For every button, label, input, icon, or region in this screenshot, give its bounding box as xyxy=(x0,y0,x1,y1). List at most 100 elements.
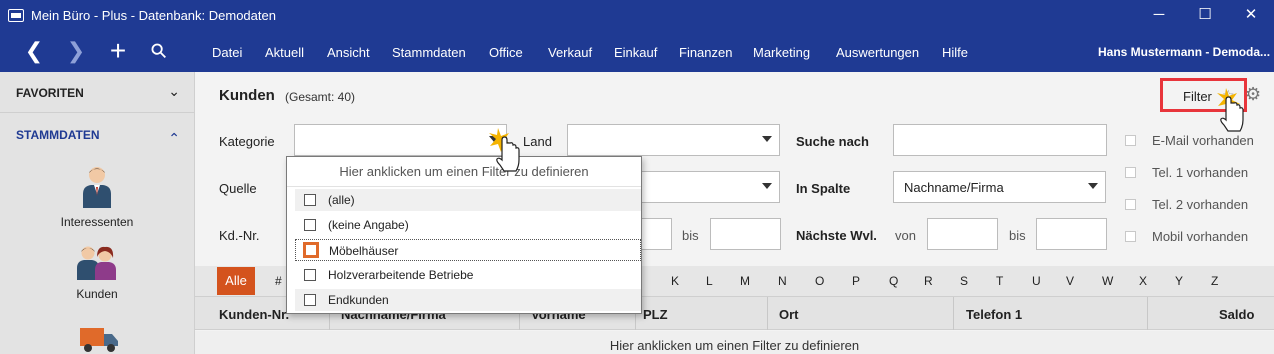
wvl-to-input[interactable] xyxy=(1036,218,1107,250)
kdnr-bis-label: bis xyxy=(682,228,699,243)
menu-ansicht[interactable]: Ansicht xyxy=(327,45,370,60)
search-input[interactable] xyxy=(893,124,1107,156)
close-button[interactable]: ✕ xyxy=(1228,0,1274,32)
menu-office[interactable]: Office xyxy=(489,45,523,60)
wvl-from-input[interactable] xyxy=(927,218,998,250)
gear-icon[interactable]: ⚙ xyxy=(1245,84,1261,105)
menu-finanzen[interactable]: Finanzen xyxy=(679,45,732,60)
alphabet-letter[interactable]: M xyxy=(740,274,750,288)
truck-icon[interactable] xyxy=(78,324,120,354)
sidebar-item-interessenten[interactable]: Interessenten xyxy=(0,164,194,229)
hand-cursor-icon xyxy=(489,128,520,172)
alphabet-letter[interactable]: L xyxy=(706,274,713,288)
column-header-kundennr[interactable]: Kunden-Nr. xyxy=(219,307,289,322)
column-header-ort[interactable]: Ort xyxy=(779,307,799,322)
minimize-button[interactable]: ─ xyxy=(1136,0,1182,32)
alphabet-letter[interactable]: Z xyxy=(1211,274,1218,288)
alphabet-letter[interactable]: T xyxy=(996,274,1003,288)
menu-aktuell[interactable]: Aktuell xyxy=(265,45,304,60)
option-checkbox[interactable] xyxy=(304,219,316,231)
mobil-checkbox-label: Mobil vorhanden xyxy=(1152,229,1249,244)
alphabet-all-button[interactable]: Alle xyxy=(217,267,255,295)
menu-marketing[interactable]: Marketing xyxy=(753,45,810,60)
quelle-label: Quelle xyxy=(219,181,257,196)
menu-auswertungen[interactable]: Auswertungen xyxy=(836,45,919,60)
option-label: (keine Angabe) xyxy=(328,218,409,232)
person-icon xyxy=(83,167,111,208)
tel2-checkbox[interactable] xyxy=(1125,199,1136,210)
sidebar-section-label: FAVORITEN xyxy=(16,86,84,100)
land-label: Land xyxy=(523,134,552,149)
dropdown-filter-hint[interactable]: Hier anklicken um einen Filter zu defini… xyxy=(287,157,641,187)
mobil-checkbox[interactable] xyxy=(1125,231,1136,242)
dropdown-option[interactable]: (keine Angabe) xyxy=(295,214,641,236)
alphabet-letter[interactable]: R xyxy=(924,274,933,288)
option-checkbox[interactable] xyxy=(304,269,316,281)
maximize-button[interactable]: ☐ xyxy=(1182,0,1228,32)
option-checkbox[interactable] xyxy=(304,194,316,206)
forward-icon[interactable]: ❯ xyxy=(56,32,96,72)
sidebar-section-stammdaten[interactable]: STAMMDATEN ⌃ xyxy=(0,114,194,154)
sidebar-item-kunden[interactable]: Kunden xyxy=(0,244,194,301)
column-divider[interactable] xyxy=(1147,297,1148,330)
in-spalte-value: Nachname/Firma xyxy=(904,180,1004,195)
tel1-checkbox[interactable] xyxy=(1125,167,1136,178)
alphabet-letter[interactable]: Q xyxy=(889,274,898,288)
alphabet-letter[interactable]: V xyxy=(1066,274,1074,288)
sidebar: FAVORITEN ⌄ STAMMDATEN ⌃ Interessenten K… xyxy=(0,72,195,354)
alphabet-letter[interactable]: # xyxy=(275,274,282,288)
email-checkbox[interactable] xyxy=(1125,135,1136,146)
dropdown-option[interactable]: (alle) xyxy=(295,189,641,211)
back-icon[interactable]: ❮ xyxy=(14,32,54,72)
suche-label: Suche nach xyxy=(796,134,869,149)
column-header-telefon1[interactable]: Telefon 1 xyxy=(966,307,1022,322)
alphabet-letter[interactable]: Y xyxy=(1175,274,1183,288)
option-label: Holzverarbeitende Betriebe xyxy=(328,268,474,282)
alphabet-letter[interactable]: U xyxy=(1032,274,1041,288)
hand-cursor-icon xyxy=(1217,88,1244,132)
table-filter-row[interactable]: Hier anklicken um einen Filter zu defini… xyxy=(195,331,1274,354)
column-header-plz[interactable]: PLZ xyxy=(643,307,668,322)
kategorie-select[interactable] xyxy=(294,124,507,156)
kdnr-to-input[interactable] xyxy=(710,218,781,250)
land-select[interactable] xyxy=(567,124,780,156)
kdnr-label: Kd.-Nr. xyxy=(219,228,260,243)
alphabet-letter[interactable]: P xyxy=(852,274,860,288)
in-spalte-label: In Spalte xyxy=(796,181,851,196)
wvl-label: Nächste Wvl. xyxy=(796,228,877,243)
alphabet-letter[interactable]: X xyxy=(1139,274,1147,288)
dropdown-option-selected[interactable]: Möbelhäuser xyxy=(295,239,641,261)
menu-hilfe[interactable]: Hilfe xyxy=(942,45,968,60)
dropdown-option[interactable]: Endkunden xyxy=(295,289,641,311)
divider xyxy=(0,112,194,113)
option-checkbox[interactable] xyxy=(304,294,316,306)
sidebar-section-favoriten[interactable]: FAVORITEN ⌄ xyxy=(0,72,194,113)
menu-einkauf[interactable]: Einkauf xyxy=(614,45,657,60)
alphabet-letter[interactable]: N xyxy=(778,274,787,288)
people-icon xyxy=(77,246,116,280)
column-divider[interactable] xyxy=(953,297,954,330)
column-header-saldo[interactable]: Saldo xyxy=(1219,307,1254,322)
alphabet-letter[interactable]: W xyxy=(1102,274,1113,288)
dropdown-option[interactable]: Holzverarbeitende Betriebe xyxy=(295,264,641,286)
alphabet-letter[interactable]: O xyxy=(815,274,824,288)
in-spalte-select[interactable]: Nachname/Firma xyxy=(893,171,1106,203)
title-bar: Mein Büro - Plus - Datenbank: Demodaten … xyxy=(0,0,1274,32)
menu-bar: ❮ ❯ + ⚲ Datei Aktuell Ansicht Stammdaten… xyxy=(0,32,1274,72)
menu-datei[interactable]: Datei xyxy=(212,45,242,60)
alphabet-letter[interactable]: K xyxy=(671,274,679,288)
sidebar-item-label: Interessenten xyxy=(60,215,134,229)
column-divider[interactable] xyxy=(767,297,768,330)
alphabet-letter[interactable]: S xyxy=(960,274,968,288)
chevron-down-icon xyxy=(762,183,772,189)
kategorie-dropdown: Hier anklicken um einen Filter zu defini… xyxy=(286,156,642,314)
window-title: Mein Büro - Plus - Datenbank: Demodaten xyxy=(31,8,276,23)
app-icon xyxy=(8,9,24,22)
option-checkbox[interactable] xyxy=(303,242,319,258)
wvl-bis-label: bis xyxy=(1009,228,1026,243)
menu-verkauf[interactable]: Verkauf xyxy=(548,45,592,60)
option-label: (alle) xyxy=(328,193,355,207)
menu-stammdaten[interactable]: Stammdaten xyxy=(392,45,466,60)
user-name[interactable]: Hans Mustermann - Demoda... xyxy=(1098,45,1270,59)
filter-label: Filter xyxy=(1183,89,1212,104)
